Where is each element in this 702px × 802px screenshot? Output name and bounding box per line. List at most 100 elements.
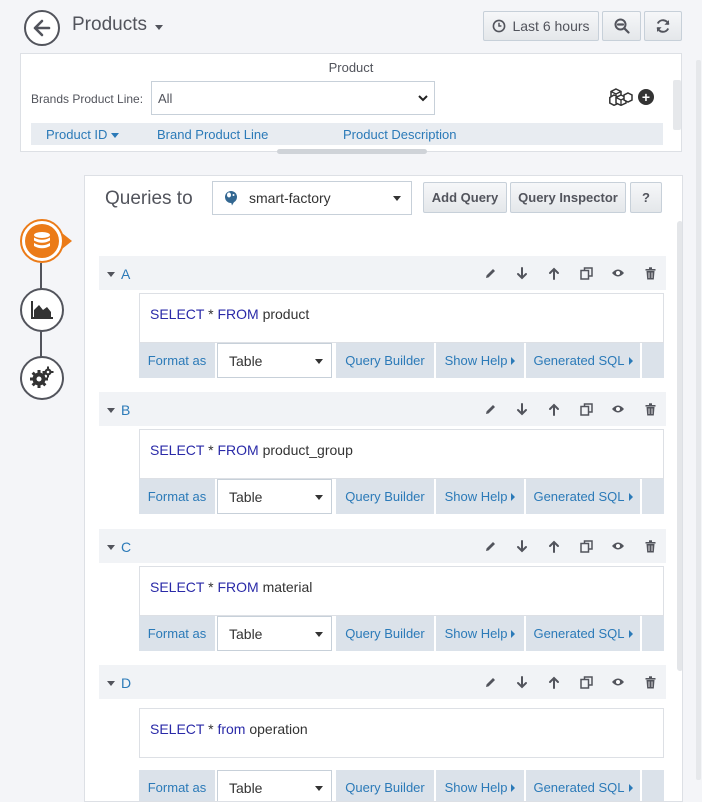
duplicate-query-button[interactable] [570, 264, 602, 282]
rail-visualization-tab[interactable] [20, 288, 64, 332]
duplicate-query-button[interactable] [570, 673, 602, 691]
help-button[interactable]: ? [630, 182, 662, 213]
query-ref-id: A [121, 266, 131, 282]
show-help-button[interactable]: Show Help [436, 616, 524, 651]
datasource-select[interactable]: smart-factory [212, 181, 412, 215]
variable-label: Brands Product Line: [31, 92, 144, 106]
move-up-button[interactable] [538, 537, 570, 555]
move-up-button[interactable] [538, 400, 570, 418]
rail-general-tab[interactable] [20, 356, 64, 400]
delete-query-button[interactable] [634, 264, 666, 282]
query-builder-button[interactable]: Query Builder [336, 616, 434, 651]
refresh-button[interactable] [644, 11, 682, 41]
edit-query-button[interactable] [474, 264, 506, 282]
add-query-button[interactable]: Add Query [423, 182, 507, 213]
dashboard-title-text: Products [72, 14, 147, 35]
time-picker-button[interactable]: Last 6 hours [483, 11, 599, 41]
query-inspector-button[interactable]: Query Inspector [510, 182, 626, 213]
duplicate-query-button[interactable] [570, 400, 602, 418]
database-icon [34, 232, 50, 249]
dashboard-title[interactable]: Products [72, 14, 163, 36]
back-button[interactable] [24, 10, 60, 46]
sql-star: * [208, 442, 214, 458]
caret-down-icon [315, 359, 323, 364]
format-select[interactable]: Table [217, 343, 332, 378]
arrow-down-icon [517, 402, 527, 415]
delete-query-button[interactable] [634, 673, 666, 691]
editor-scrollbar[interactable] [677, 221, 682, 671]
move-up-button[interactable] [538, 264, 570, 282]
toggle-visibility-button[interactable] [602, 673, 634, 691]
query-ref-toggle[interactable]: A [107, 266, 130, 282]
format-select[interactable]: Table [217, 479, 332, 514]
copy-icon [579, 266, 593, 280]
toggle-visibility-button[interactable] [602, 264, 634, 282]
sql-editor[interactable]: SELECT * FROM material [139, 566, 664, 616]
caret-right-icon [511, 783, 516, 792]
caret-right-icon [628, 356, 633, 365]
query-builder-button[interactable]: Query Builder [336, 770, 434, 801]
edit-query-button[interactable] [474, 537, 506, 555]
show-help-button[interactable]: Show Help [436, 343, 524, 378]
query-header: C [99, 529, 666, 563]
edit-query-button[interactable] [474, 400, 506, 418]
sql-editor[interactable]: SELECT * FROM product [139, 293, 664, 343]
edit-query-button[interactable] [474, 673, 506, 691]
column-header-product-description[interactable]: Product Description [343, 127, 456, 142]
time-range-label: Last 6 hours [512, 18, 590, 34]
toggle-visibility-button[interactable] [602, 537, 634, 555]
format-value: Table [229, 779, 263, 796]
sql-editor[interactable]: SELECT * FROM product_group [139, 429, 664, 479]
delete-query-button[interactable] [634, 400, 666, 418]
move-down-button[interactable] [506, 264, 538, 282]
caret-down-icon [315, 786, 323, 791]
format-as-label: Format as [139, 479, 215, 514]
page-scrollbar[interactable] [696, 60, 701, 780]
zoom-out-button[interactable] [602, 11, 641, 41]
chevron-down-icon [418, 94, 428, 101]
show-help-button[interactable]: Show Help [436, 479, 524, 514]
query-toolbar [474, 264, 666, 282]
query-builder-button[interactable]: Query Builder [336, 343, 434, 378]
query-ref-toggle[interactable]: B [107, 402, 130, 418]
format-as-label: Format as [139, 770, 215, 801]
move-down-button[interactable] [506, 537, 538, 555]
generated-sql-button[interactable]: Generated SQL [526, 770, 640, 801]
toggle-visibility-button[interactable] [602, 400, 634, 418]
active-tab-pointer [62, 233, 72, 249]
show-help-button[interactable]: Show Help [436, 770, 524, 801]
duplicate-query-button[interactable] [570, 537, 602, 555]
generated-sql-button[interactable]: Generated SQL [526, 616, 640, 651]
delete-query-button[interactable] [634, 537, 666, 555]
query-ref-toggle[interactable]: D [107, 675, 131, 691]
query-ref-toggle[interactable]: C [107, 539, 131, 555]
add-circle-icon[interactable]: + [638, 89, 654, 105]
rail-queries-tab[interactable] [20, 219, 64, 263]
cubes-icon[interactable] [609, 88, 633, 106]
generated-sql-button[interactable]: Generated SQL [526, 479, 640, 514]
generated-sql-button[interactable]: Generated SQL [526, 343, 640, 378]
queries-to-label: Queries to [105, 188, 193, 209]
column-header-product-id[interactable]: Product ID [46, 127, 120, 142]
pencil-icon [485, 677, 495, 687]
format-as-label: Format as [139, 616, 215, 651]
refresh-icon [656, 19, 670, 33]
query-builder-button[interactable]: Query Builder [336, 479, 434, 514]
format-select[interactable]: Table [217, 770, 332, 801]
panel-horizontal-scrollbar[interactable] [277, 149, 427, 154]
column-header-brand-product-line[interactable]: Brand Product Line [157, 127, 268, 142]
query-editor: Queries to smart-factory Add Query Query… [84, 175, 683, 802]
sort-desc-icon [111, 133, 120, 139]
sql-editor[interactable]: SELECT * from operation [139, 708, 664, 758]
caret-down-icon [107, 271, 115, 277]
query-toolbar [474, 400, 666, 418]
move-down-button[interactable] [506, 673, 538, 691]
panel-vertical-scrollbar[interactable] [673, 80, 681, 130]
format-select[interactable]: Table [217, 616, 332, 651]
move-up-button[interactable] [538, 673, 570, 691]
move-down-button[interactable] [506, 400, 538, 418]
sql-star: * [208, 721, 214, 737]
query-toolbar [474, 673, 666, 691]
brand-product-line-select[interactable]: All [151, 81, 435, 115]
arrow-up-icon [549, 540, 559, 553]
